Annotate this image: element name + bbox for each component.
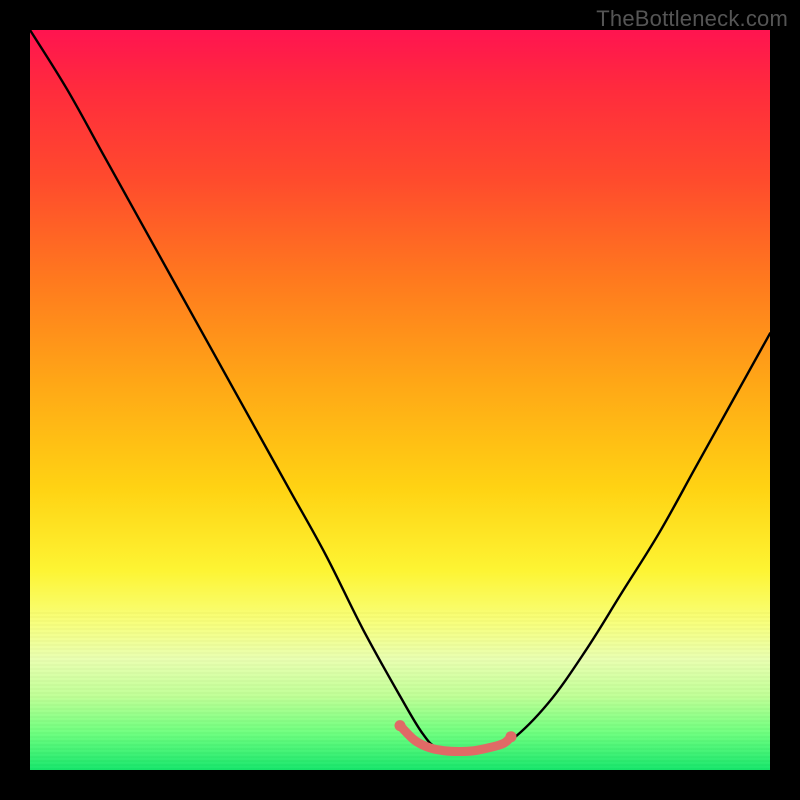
valley-marker-path xyxy=(400,726,511,752)
watermark-text: TheBottleneck.com xyxy=(596,6,788,32)
chart-frame: TheBottleneck.com xyxy=(0,0,800,800)
valley-dot-right xyxy=(506,731,517,742)
plot-area xyxy=(30,30,770,770)
curve-svg xyxy=(30,30,770,770)
bottleneck-curve-path xyxy=(30,30,770,752)
valley-dot-left xyxy=(395,720,406,731)
